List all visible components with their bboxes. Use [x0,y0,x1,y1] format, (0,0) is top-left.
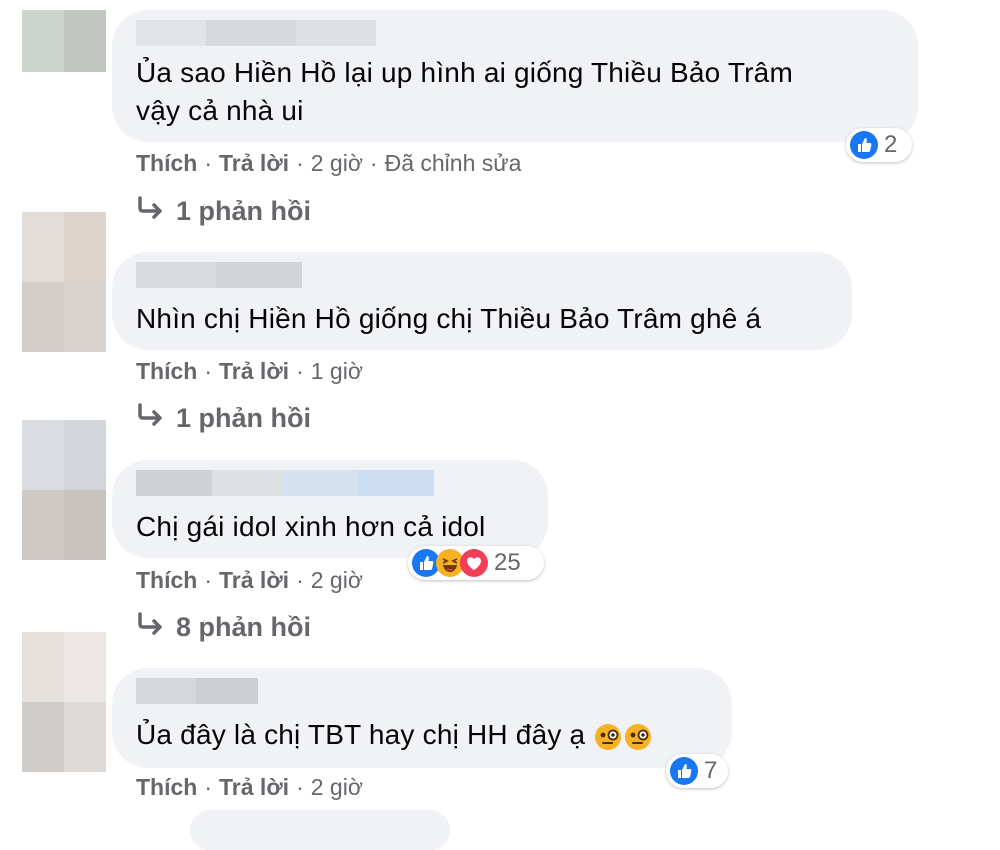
reply-link[interactable]: Trả lời [219,774,289,800]
monocle-face-emoji [593,722,623,752]
reaction-summary[interactable]: 7 [666,754,728,788]
like-icon [670,757,698,785]
comment-bubble: Chị gái idol xinh hơn cả idol [112,460,548,558]
reply-arrow-icon [136,403,166,436]
like-link[interactable]: Thích [136,150,197,176]
comment-text-line: Nhìn chị Hiền Hồ giống chị Thiều Bảo Trâ… [136,303,762,334]
replies-label: 8 phản hồi [176,612,311,642]
reaction-count: 25 [494,549,521,576]
reply-arrow-icon [136,612,166,645]
reply-link[interactable]: Trả lời [219,150,289,176]
comment-text-line: Ủa đây là chị TBT hay chị HH đây ạ [136,716,653,754]
reaction-summary[interactable]: 2 [846,128,912,162]
like-link[interactable]: Thích [136,358,197,384]
reply-link[interactable]: Trả lời [219,358,289,384]
comment-actions: Thích · Trả lời · 2 giờ [136,774,363,800]
like-link[interactable]: Thích [136,774,197,800]
love-icon [460,549,488,577]
like-icon [850,131,878,159]
edited-label: Đã chỉnh sửa [384,150,522,176]
blurred-author-name[interactable] [136,678,258,704]
avatar[interactable] [22,212,106,352]
reply-arrow-icon [136,196,166,229]
blurred-author-name[interactable] [136,20,376,46]
replies-label: 1 phản hồi [176,196,311,226]
comment-actions: Thích · Trả lời · 2 giờ [136,567,363,593]
avatar[interactable] [22,632,106,772]
timestamp[interactable]: 2 giờ [311,567,363,593]
comment-actions: Thích · Trả lời · 2 giờ · Đã chỉnh sửa [136,150,522,176]
monocle-face-emoji [623,722,653,752]
timestamp[interactable]: 2 giờ [311,150,363,176]
view-replies-link[interactable]: 8 phản hồi [136,612,311,645]
comment-actions: Thích · Trả lời · 1 giờ [136,358,363,384]
like-link[interactable]: Thích [136,567,197,593]
comment-text: Ủa đây là chị TBT hay chị HH đây ạ [136,719,586,750]
reaction-count: 2 [884,131,898,158]
comment-bubble: Nhìn chị Hiền Hồ giống chị Thiều Bảo Trâ… [112,252,852,350]
blurred-author-name[interactable] [136,262,302,288]
comment-text-line: Ủa sao Hiền Hồ lại up hình ai giống Thiề… [136,57,793,88]
timestamp[interactable]: 2 giờ [311,774,363,800]
blurred-author-name[interactable] [136,470,434,496]
comment-text-line: vậy cả nhà ui [136,95,304,126]
reaction-count: 7 [704,757,718,784]
reply-link[interactable]: Trả lời [219,567,289,593]
reaction-summary[interactable]: 25 [408,546,544,580]
view-replies-link[interactable]: 1 phản hồi [136,196,311,229]
avatar[interactable] [22,420,106,560]
comment-text-line: Chị gái idol xinh hơn cả idol [136,511,486,542]
comment-bubble: Ủa sao Hiền Hồ lại up hình ai giống Thiề… [112,10,918,142]
avatar[interactable] [22,10,106,72]
timestamp[interactable]: 1 giờ [311,358,363,384]
comment-bubble: Ủa đây là chị TBT hay chị HH đây ạ [112,668,732,768]
view-replies-link[interactable]: 1 phản hồi [136,403,311,436]
replies-label: 1 phản hồi [176,403,311,433]
comment-bubble-partial [190,810,450,850]
